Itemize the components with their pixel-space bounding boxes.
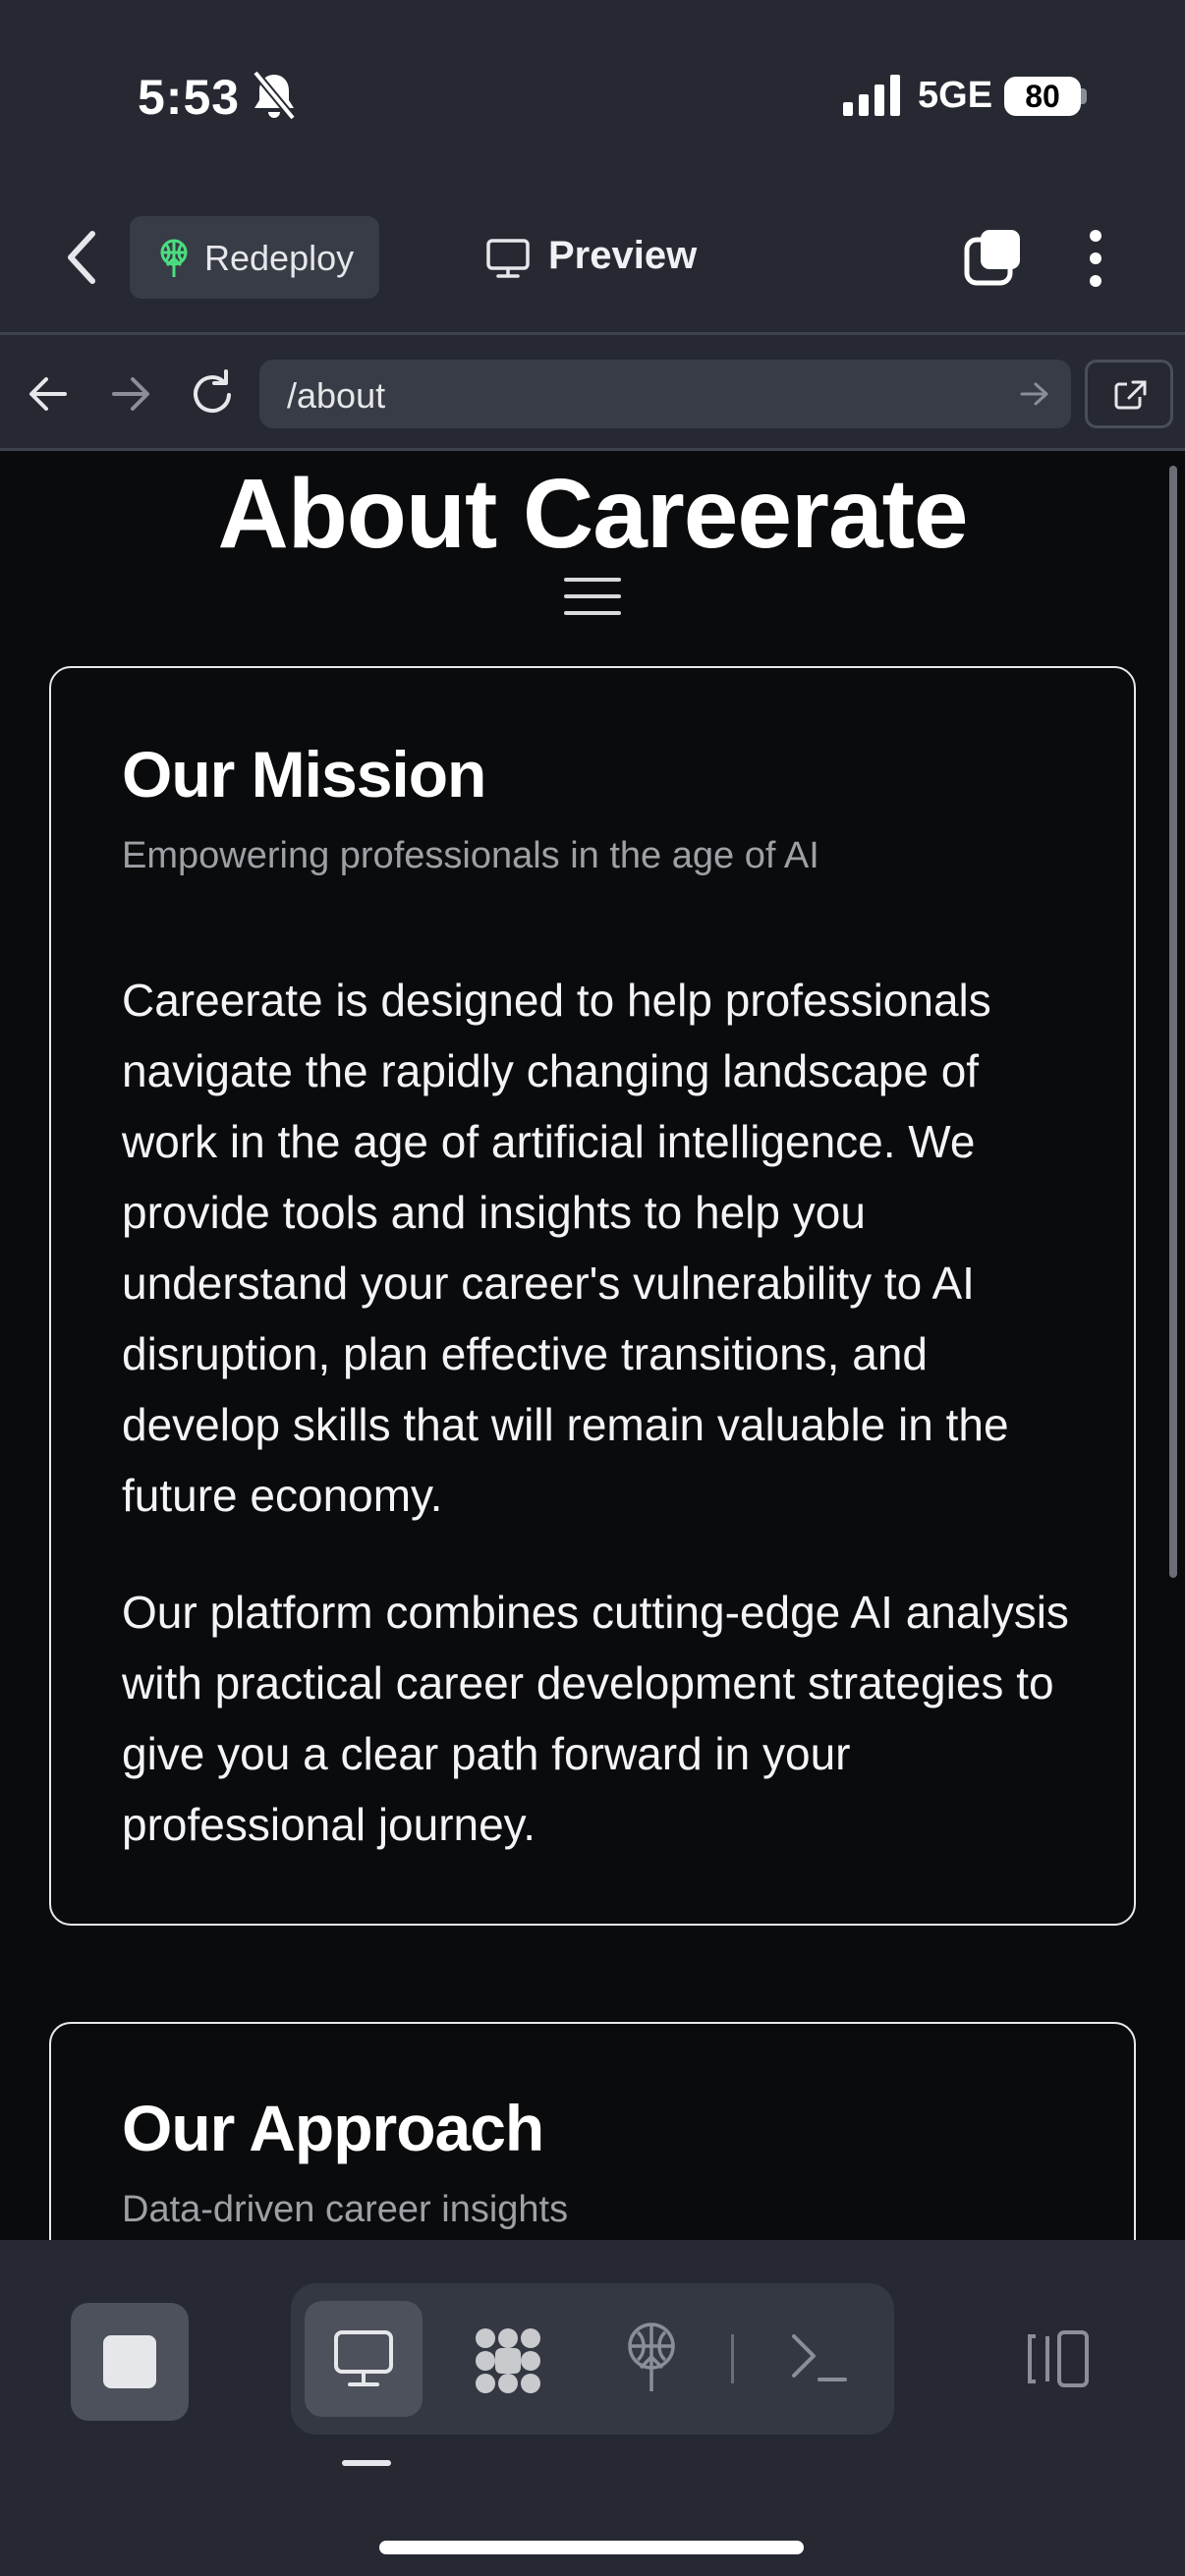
redeploy-label: Redeploy [204,238,355,278]
terminal-icon[interactable] [790,2332,847,2383]
home-indicator[interactable] [379,2541,804,2554]
redeploy-icon [160,239,188,277]
back-icon[interactable] [63,228,102,287]
card-subtitle: Empowering professionals in the age of A… [122,835,819,876]
tool-separator [731,2334,734,2383]
more-vertical-icon[interactable] [1085,228,1106,289]
monitor-icon [334,2330,393,2386]
packages-icon[interactable] [472,2326,544,2395]
preview-monitor-icon [486,239,530,278]
stop-icon [103,2335,156,2388]
tabs-icon[interactable] [963,228,1022,287]
panel-toggle-icon[interactable] [1022,2328,1091,2389]
open-external-button[interactable] [1085,360,1173,428]
redeploy-button[interactable]: Redeploy [130,216,379,299]
battery-level: 80 [1004,77,1081,116]
monitor-tool-button[interactable] [305,2301,423,2417]
hamburger-icon[interactable] [564,576,621,617]
nav-forward-icon[interactable] [110,375,151,413]
bell-muted-icon [252,70,297,121]
card-title: Our Mission [122,738,486,811]
reload-icon[interactable] [191,369,236,417]
status-time: 5:53 [138,70,241,125]
network-type: 5GE [918,75,993,116]
preview-tab[interactable]: Preview [548,234,697,278]
nav-back-icon[interactable] [28,375,69,413]
signal-icon [843,75,900,116]
url-bar[interactable]: /about [259,360,1071,428]
stop-button[interactable] [71,2303,189,2421]
page-title: About Careerate [217,459,969,569]
deploy-icon[interactable] [623,2323,680,2393]
active-tab-indicator [342,2460,391,2466]
card-paragraph: Careerate is designed to help profession… [122,975,1009,1521]
battery-tip [1081,88,1087,104]
url-input[interactable]: /about [287,375,385,417]
tool-group [291,2283,894,2435]
card-title: Our Approach [122,2092,544,2164]
card-subtitle: Data-driven career insights [122,2189,569,2230]
header-divider [0,332,1185,335]
url-divider [0,448,1185,451]
go-arrow-icon[interactable] [1020,381,1049,407]
open-external-icon [1114,380,1147,410]
mission-card: Our Mission Empowering professionals in … [49,666,1136,1926]
card-paragraph: Our platform combines cutting-edge AI an… [122,1587,1069,1850]
scrollbar[interactable] [1169,466,1177,1578]
